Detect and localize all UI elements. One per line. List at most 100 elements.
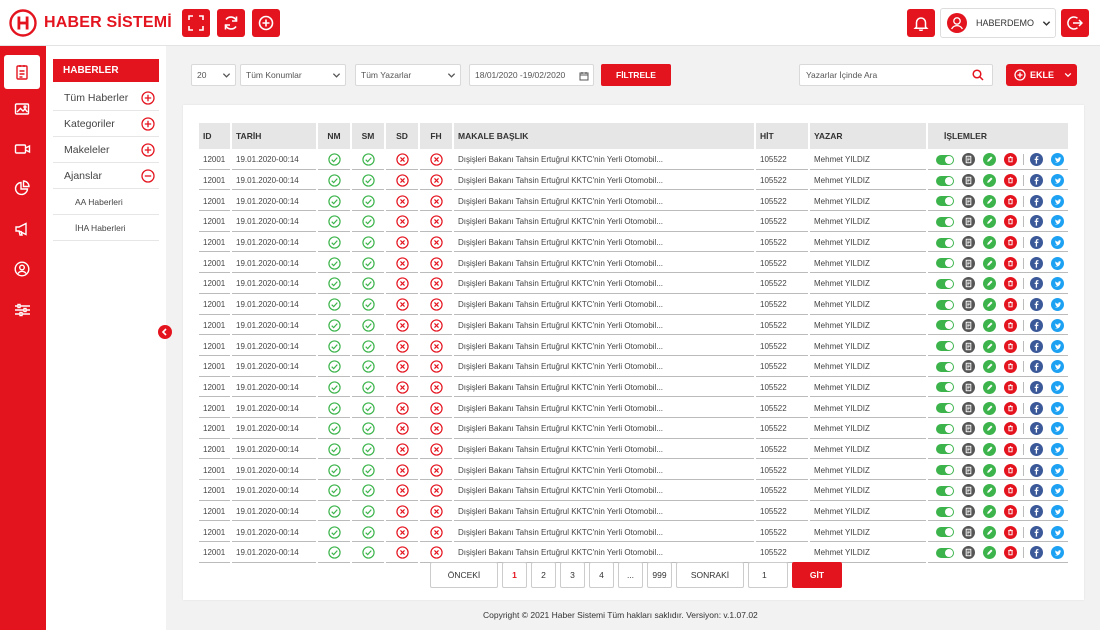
- facebook-icon[interactable]: [1030, 360, 1043, 374]
- table-row[interactable]: 12001 19.01.2020-00:14 Dışişleri Bakanı Ta…: [199, 234, 1068, 253]
- x-circle-icon[interactable]: [429, 505, 443, 518]
- page-button-last[interactable]: 999: [647, 562, 672, 588]
- active-toggle[interactable]: [936, 320, 954, 331]
- rail-item-gallery[interactable]: [4, 92, 40, 126]
- facebook-icon[interactable]: [1030, 215, 1043, 229]
- fullscreen-button[interactable]: [182, 9, 210, 37]
- cell-title[interactable]: Dışişleri Bakanı Tahsin Ertuğrul KKTC'ni…: [454, 172, 754, 191]
- delete-icon[interactable]: [1004, 484, 1017, 498]
- rail-item-news[interactable]: [4, 55, 40, 89]
- edit-icon[interactable]: [983, 298, 996, 312]
- twitter-icon[interactable]: [1051, 422, 1064, 436]
- edit-icon[interactable]: [983, 277, 996, 291]
- preview-icon[interactable]: [962, 380, 975, 394]
- check-circle-icon[interactable]: [327, 526, 341, 539]
- search-input[interactable]: [800, 70, 960, 80]
- app-logo[interactable]: HABER SİSTEMİ: [9, 9, 172, 37]
- check-circle-icon[interactable]: [327, 195, 341, 208]
- twitter-icon[interactable]: [1051, 463, 1064, 477]
- check-circle-icon[interactable]: [327, 360, 341, 373]
- delete-icon[interactable]: [1004, 256, 1017, 270]
- table-row[interactable]: 12001 19.01.2020-00:14 Dışişleri Bakanı Ta…: [199, 399, 1068, 418]
- twitter-icon[interactable]: [1051, 236, 1064, 250]
- x-circle-icon[interactable]: [429, 298, 443, 311]
- check-circle-icon[interactable]: [327, 174, 341, 187]
- x-circle-icon[interactable]: [429, 360, 443, 373]
- delete-icon[interactable]: [1004, 380, 1017, 394]
- edit-icon[interactable]: [983, 153, 996, 167]
- table-row[interactable]: 12001 19.01.2020-00:14 Dışişleri Bakanı Ta…: [199, 275, 1068, 294]
- table-row[interactable]: 12001 19.01.2020-00:14 Dışişleri Bakanı Ta…: [199, 151, 1068, 170]
- edit-icon[interactable]: [983, 484, 996, 498]
- facebook-icon[interactable]: [1030, 236, 1043, 250]
- x-circle-icon[interactable]: [395, 360, 409, 373]
- facebook-icon[interactable]: [1030, 401, 1043, 415]
- active-toggle[interactable]: [936, 361, 954, 372]
- x-circle-icon[interactable]: [395, 526, 409, 539]
- edit-icon[interactable]: [983, 236, 996, 250]
- x-circle-icon[interactable]: [429, 484, 443, 498]
- cell-title[interactable]: Dışişleri Bakanı Tahsin Ertuğrul KKTC'ni…: [454, 503, 754, 522]
- preview-icon[interactable]: [962, 463, 975, 477]
- facebook-icon[interactable]: [1030, 442, 1043, 456]
- x-circle-icon[interactable]: [429, 215, 443, 229]
- edit-icon[interactable]: [983, 442, 996, 456]
- facebook-icon[interactable]: [1030, 339, 1043, 353]
- edit-icon[interactable]: [983, 380, 996, 394]
- check-circle-icon[interactable]: [361, 401, 375, 415]
- delete-icon[interactable]: [1004, 318, 1017, 332]
- twitter-icon[interactable]: [1051, 505, 1064, 519]
- check-circle-icon[interactable]: [361, 257, 375, 270]
- check-circle-icon[interactable]: [327, 257, 341, 270]
- x-circle-icon[interactable]: [429, 174, 443, 187]
- x-circle-icon[interactable]: [395, 546, 409, 560]
- x-circle-icon[interactable]: [395, 195, 409, 208]
- cell-title[interactable]: Dışişleri Bakanı Tahsin Ertuğrul KKTC'ni…: [454, 151, 754, 170]
- x-circle-icon[interactable]: [429, 401, 443, 415]
- col-header-id[interactable]: ID: [199, 123, 230, 149]
- table-row[interactable]: 12001 19.01.2020-00:14 Dışişleri Bakanı Ta…: [199, 172, 1068, 191]
- check-circle-icon[interactable]: [327, 298, 341, 311]
- minus-circle-icon[interactable]: [141, 168, 155, 183]
- x-circle-icon[interactable]: [395, 298, 409, 311]
- preview-icon[interactable]: [962, 442, 975, 456]
- delete-icon[interactable]: [1004, 194, 1017, 208]
- active-toggle[interactable]: [936, 403, 954, 414]
- delete-icon[interactable]: [1004, 339, 1017, 353]
- x-circle-icon[interactable]: [395, 257, 409, 270]
- check-circle-icon[interactable]: [327, 463, 341, 477]
- active-toggle[interactable]: [936, 465, 954, 476]
- check-circle-icon[interactable]: [361, 443, 375, 456]
- cell-title[interactable]: Dışişleri Bakanı Tahsin Ertuğrul KKTC'ni…: [454, 337, 754, 356]
- check-circle-icon[interactable]: [327, 381, 341, 394]
- twitter-icon[interactable]: [1051, 339, 1064, 353]
- plus-circle-icon[interactable]: [141, 90, 155, 105]
- check-circle-icon[interactable]: [361, 215, 375, 229]
- active-toggle[interactable]: [936, 278, 954, 289]
- x-circle-icon[interactable]: [429, 422, 443, 435]
- active-toggle[interactable]: [936, 154, 954, 165]
- col-header-nm[interactable]: NM: [318, 123, 350, 149]
- facebook-icon[interactable]: [1030, 422, 1043, 436]
- preview-icon[interactable]: [962, 277, 975, 291]
- plus-circle-icon[interactable]: [141, 116, 155, 131]
- preview-icon[interactable]: [962, 401, 975, 415]
- preview-icon[interactable]: [962, 298, 975, 312]
- check-circle-icon[interactable]: [361, 339, 375, 353]
- preview-icon[interactable]: [962, 174, 975, 188]
- x-circle-icon[interactable]: [395, 236, 409, 249]
- table-row[interactable]: 12001 19.01.2020-00:14 Dışişleri Bakanı Ta…: [199, 337, 1068, 356]
- notifications-button[interactable]: [907, 9, 935, 37]
- filter-button[interactable]: FİLTRELE: [601, 64, 671, 86]
- table-row[interactable]: 12001 19.01.2020-00:14 Dışişleri Bakanı Ta…: [199, 213, 1068, 232]
- col-header-title[interactable]: MAKALE BAŞLIK: [454, 123, 754, 149]
- check-circle-icon[interactable]: [361, 360, 375, 373]
- twitter-icon[interactable]: [1051, 153, 1064, 167]
- x-circle-icon[interactable]: [429, 257, 443, 270]
- active-toggle[interactable]: [936, 175, 954, 186]
- x-circle-icon[interactable]: [395, 484, 409, 498]
- cell-title[interactable]: Dışişleri Bakanı Tahsin Ertuğrul KKTC'ni…: [454, 399, 754, 418]
- x-circle-icon[interactable]: [429, 463, 443, 477]
- facebook-icon[interactable]: [1030, 194, 1043, 208]
- submenu-subitem-2[interactable]: İHA Haberleri: [53, 215, 159, 241]
